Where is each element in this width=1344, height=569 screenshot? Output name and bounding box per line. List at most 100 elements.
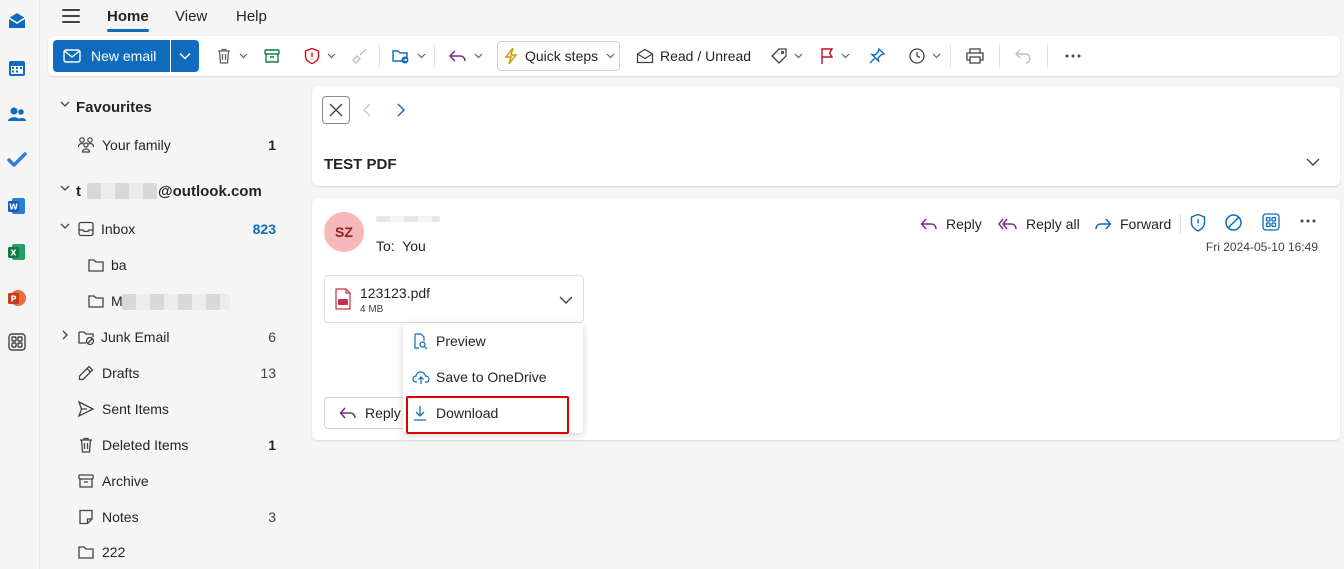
reply-all-icon [998,218,1017,229]
folder-222[interactable]: 222 [40,540,296,564]
svg-text:X: X [10,249,17,258]
reply-ribbon-button[interactable] [448,44,483,68]
forward-icon [1095,217,1112,230]
app-rail: W X P [0,0,40,569]
apps-icon[interactable] [1262,213,1280,231]
chevron-down-icon[interactable] [1306,158,1320,167]
calendar-app-icon[interactable] [7,58,27,78]
folder-inbox[interactable]: Inbox 823 [40,217,296,241]
favourites-section[interactable]: Favourites [40,95,296,119]
account-section[interactable]: t @outlook.com [40,179,296,203]
folder-name: Archive [102,473,149,489]
to-label: To: [376,238,395,254]
folder-count: 823 [252,221,276,237]
folder-name: M [111,293,123,309]
chevron-down-icon [327,53,336,59]
security-shield-icon[interactable] [1189,213,1207,233]
pdf-file-icon [335,288,351,310]
tab-view[interactable]: View [175,8,207,25]
reply-label: Reply [946,216,982,232]
folder-junk[interactable]: Junk Email 6 [40,325,296,349]
hamburger-menu-icon[interactable] [62,9,80,25]
menu-item-save-to-onedrive[interactable]: Save to OneDrive [403,361,583,393]
folder-icon [88,295,104,308]
archive-button[interactable] [263,44,281,68]
to-value: You [402,238,426,254]
separator [950,44,951,68]
pin-button[interactable] [868,44,886,68]
categorize-button[interactable] [770,44,803,68]
inbox-icon [78,221,94,237]
broom-icon [352,48,367,64]
attachment-name: 123123.pdf [360,285,431,301]
redacted-text [122,294,230,310]
reply-button[interactable]: Reply [324,397,410,429]
chevron-right-icon [62,330,68,340]
chevron-down-icon [60,185,70,191]
archive-icon [78,474,94,488]
read-unread-button[interactable]: Read / Unread [636,44,751,68]
reply-icon [920,217,937,230]
folder-icon [88,259,104,272]
clock-icon [909,48,925,64]
reply-all-action-button[interactable]: Reply all [998,212,1080,236]
folder-name: Drafts [102,365,140,381]
block-icon[interactable] [1224,213,1243,232]
report-button[interactable] [303,44,336,68]
folder-ba[interactable]: ba [40,253,296,277]
move-to-button[interactable] [391,44,426,68]
menu-item-label: Preview [436,333,486,349]
chevron-left-icon[interactable] [363,103,371,117]
folder-your-family[interactable]: Your family 1 [40,133,296,157]
print-button[interactable] [965,44,985,68]
menu-item-preview[interactable]: Preview [403,325,583,357]
folder-name: Inbox [101,221,136,237]
preview-icon [414,333,428,349]
chevron-down-icon [794,53,803,59]
quick-steps-dropdown[interactable] [606,44,615,68]
tab-help[interactable]: Help [236,8,267,25]
undo-button[interactable] [1014,44,1032,68]
envelope-open-icon [636,48,654,64]
junk-icon [78,331,95,346]
attachment-card[interactable]: 123123.pdf 4 MB [324,275,584,323]
folder-m[interactable]: M [40,289,296,313]
new-email-dropdown[interactable] [171,40,199,72]
more-apps-icon[interactable] [7,332,27,352]
people-app-icon[interactable] [7,104,27,124]
more-options-button[interactable] [1065,44,1081,68]
delete-button[interactable] [215,44,248,68]
more-icon[interactable] [1300,219,1316,223]
powerpoint-app-icon[interactable]: P [7,288,27,308]
account-name-suffix: @outlook.com [158,182,262,200]
avatar[interactable]: SZ [324,212,364,252]
excel-app-icon[interactable]: X [7,242,27,262]
sweep-button[interactable] [351,44,369,68]
tab-home[interactable]: Home [107,8,149,32]
flag-button[interactable] [819,44,850,68]
word-app-icon[interactable]: W [7,196,27,216]
note-icon [79,509,93,525]
folder-notes[interactable]: Notes 3 [40,505,296,529]
chevron-right-icon[interactable] [397,103,405,117]
close-button[interactable] [322,96,350,124]
redacted-text [87,183,157,199]
folder-sent-items[interactable]: Sent Items [40,397,296,421]
todo-app-icon[interactable] [7,150,27,170]
forward-action-button[interactable]: Forward [1094,212,1171,236]
folder-drafts[interactable]: Drafts 13 [40,361,296,385]
new-email-button[interactable]: New email [53,40,170,72]
quick-steps-button[interactable]: Quick steps [503,44,598,68]
reply-icon [339,406,356,419]
more-icon [1065,54,1081,58]
mail-app-icon[interactable] [7,11,27,31]
chevron-down-icon[interactable] [559,296,573,305]
folder-archive[interactable]: Archive [40,469,296,493]
chevron-down-icon [179,52,191,60]
reply-action-button[interactable]: Reply [920,212,982,236]
snooze-button[interactable] [908,44,941,68]
svg-text:P: P [11,295,17,304]
separator [379,44,380,68]
reply-button-label: Reply [365,405,401,421]
folder-deleted-items[interactable]: Deleted Items 1 [40,433,296,457]
